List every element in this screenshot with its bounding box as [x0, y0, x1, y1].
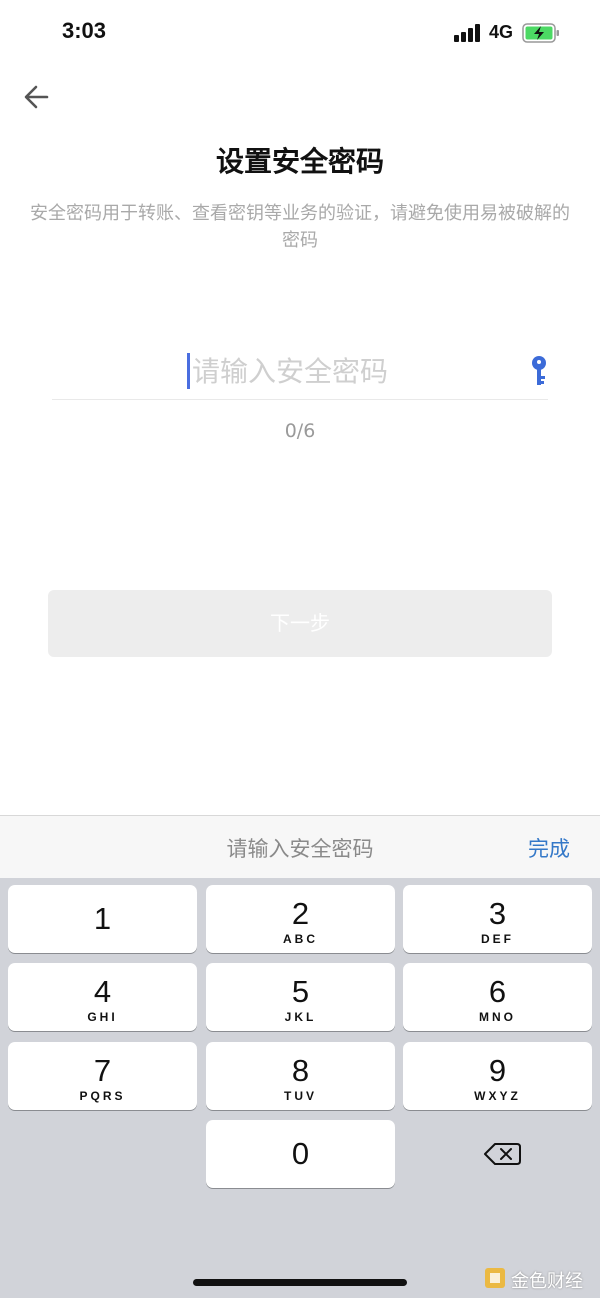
key-letters: WXYZ — [474, 1089, 521, 1103]
key-number: 8 — [291, 1053, 310, 1088]
key-letters: JKL — [284, 1010, 317, 1024]
key-1[interactable]: 1 — [8, 885, 197, 953]
next-step-button[interactable]: 下一步 — [48, 590, 552, 657]
key-4[interactable]: 4 GHI — [8, 963, 197, 1031]
key-letters: PQRS — [79, 1089, 126, 1103]
key-number: 2 — [291, 896, 310, 931]
key-3[interactable]: 3 DEF — [403, 885, 592, 953]
key-icon[interactable] — [530, 355, 548, 387]
key-2[interactable]: 2 ABC — [206, 885, 395, 953]
watermark-logo-icon — [485, 1268, 505, 1288]
keyboard-done-button[interactable]: 完成 — [528, 833, 570, 863]
key-6[interactable]: 6 MNO — [403, 963, 592, 1031]
status-time: 3:03 — [62, 18, 107, 43]
battery-charging-icon — [522, 23, 559, 43]
key-number: 4 — [93, 974, 112, 1009]
text-cursor — [187, 353, 190, 389]
input-length-counter: 0/6 — [284, 420, 316, 442]
key-number: 7 — [93, 1053, 112, 1088]
backspace-icon[interactable] — [403, 1120, 592, 1188]
key-letters: TUV — [284, 1089, 317, 1103]
network-type: 4G — [489, 22, 514, 42]
key-letters: DEF — [481, 932, 514, 946]
keyboard-hint: 请输入安全密码 — [226, 837, 374, 861]
cellular-signal-icon — [454, 24, 484, 42]
page-title: 设置安全密码 — [215, 145, 384, 178]
watermark-text: 金色财经 — [511, 1271, 583, 1292]
key-9[interactable]: 9 WXYZ — [403, 1042, 592, 1110]
key-number: 6 — [488, 974, 507, 1009]
key-number: 9 — [488, 1053, 507, 1088]
key-0[interactable]: 0 — [206, 1120, 395, 1188]
back-arrow-icon[interactable] — [20, 80, 54, 114]
status-bar: 3:03 4G — [0, 0, 600, 70]
key-5[interactable]: 5 JKL — [206, 963, 395, 1031]
key-letters: ABC — [283, 932, 318, 946]
keyboard-toolbar: 请输入安全密码 完成 — [0, 815, 600, 878]
key-8[interactable]: 8 TUV — [206, 1042, 395, 1110]
key-letters: MNO — [479, 1010, 516, 1024]
key-number: 3 — [488, 896, 507, 931]
key-7[interactable]: 7 PQRS — [8, 1042, 197, 1110]
key-letters: GHI — [87, 1010, 118, 1024]
key-number: 1 — [93, 901, 112, 936]
page-description: 安全密码用于转账、查看密钥等业务的验证，请避免使用易被破解的密码 — [30, 203, 570, 251]
security-password-input[interactable] — [192, 350, 492, 392]
key-number: 0 — [291, 1136, 310, 1171]
key-number: 5 — [291, 974, 310, 1009]
password-input-row[interactable] — [52, 345, 548, 400]
home-indicator — [193, 1279, 407, 1286]
